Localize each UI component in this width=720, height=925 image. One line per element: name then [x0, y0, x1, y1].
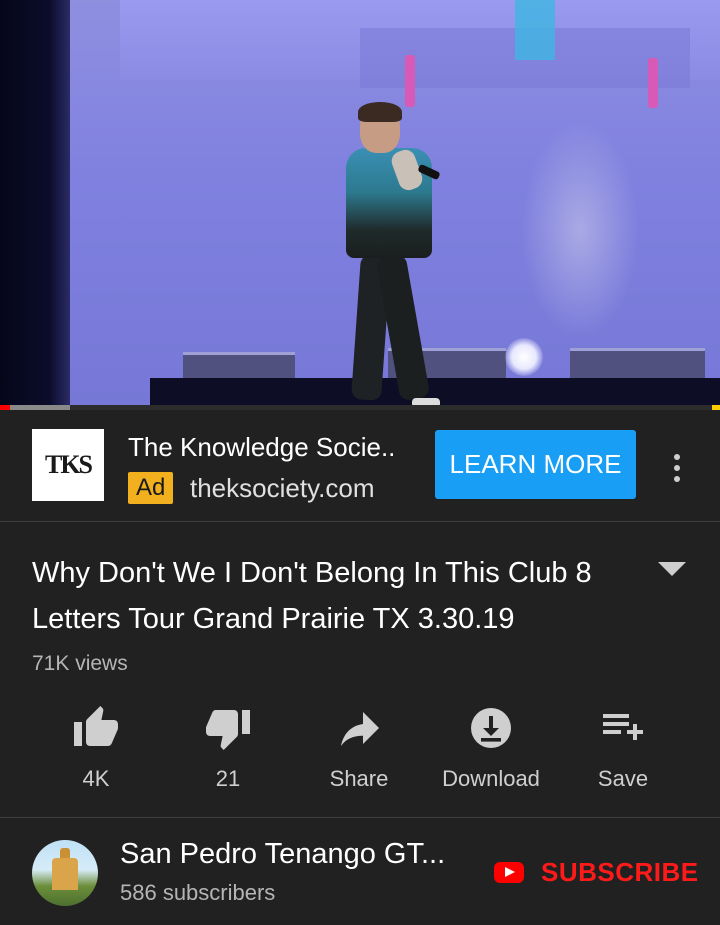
dislike-count: 21	[215, 766, 241, 791]
ad-badge: Ad	[128, 472, 174, 504]
learn-more-button[interactable]: LEARN MORE	[435, 430, 636, 499]
subscribe-button[interactable]: SUBSCRIBE	[541, 857, 699, 888]
channel-avatar[interactable]	[32, 840, 98, 906]
save-button[interactable]: Save	[558, 700, 688, 800]
stage-light	[515, 0, 555, 60]
playlist-add-icon	[603, 714, 643, 740]
save-label: Save	[597, 766, 649, 791]
share-icon	[341, 712, 379, 746]
stage-spotlight	[505, 338, 543, 376]
action-bar: 4K 21 Share Download Save	[0, 700, 720, 818]
share-button[interactable]: Share	[294, 700, 424, 800]
ad-domain[interactable]: theksociety.com	[190, 472, 374, 504]
video-title[interactable]: Why Don't We I Don't Belong In This Club…	[32, 550, 632, 642]
stage-riser	[183, 352, 295, 380]
stage-light	[648, 58, 658, 108]
download-button[interactable]: Download	[426, 700, 556, 800]
stage-riser	[570, 348, 705, 380]
download-label: Download	[442, 766, 540, 791]
ad-banner[interactable]: TKS The Knowledge Socie.. Ad theksociety…	[0, 410, 720, 522]
stage-light	[405, 55, 415, 107]
share-label: Share	[329, 766, 389, 791]
advertiser-logo-text: TKS	[44, 450, 93, 479]
channel-name[interactable]: San Pedro Tenango GT...	[120, 838, 445, 871]
like-button[interactable]: 4K	[31, 700, 161, 800]
stage-wing	[0, 0, 70, 410]
expand-description-icon[interactable]	[658, 562, 686, 576]
ad-title[interactable]: The Knowledge Socie..	[128, 432, 395, 463]
download-icon	[471, 708, 511, 748]
like-count: 4K	[82, 766, 110, 791]
stage-smoke	[520, 120, 640, 340]
more-options-icon[interactable]	[666, 454, 688, 482]
youtube-play-icon[interactable]	[494, 862, 524, 883]
thumbs-up-icon	[74, 706, 118, 746]
advertiser-logo[interactable]: TKS	[32, 429, 104, 501]
view-count: 71K views	[32, 652, 128, 675]
dislike-button[interactable]: 21	[163, 700, 293, 800]
subscriber-count: 586 subscribers	[120, 880, 276, 905]
performer	[358, 102, 402, 122]
video-player[interactable]	[0, 0, 720, 410]
thumbs-down-icon	[206, 710, 250, 750]
